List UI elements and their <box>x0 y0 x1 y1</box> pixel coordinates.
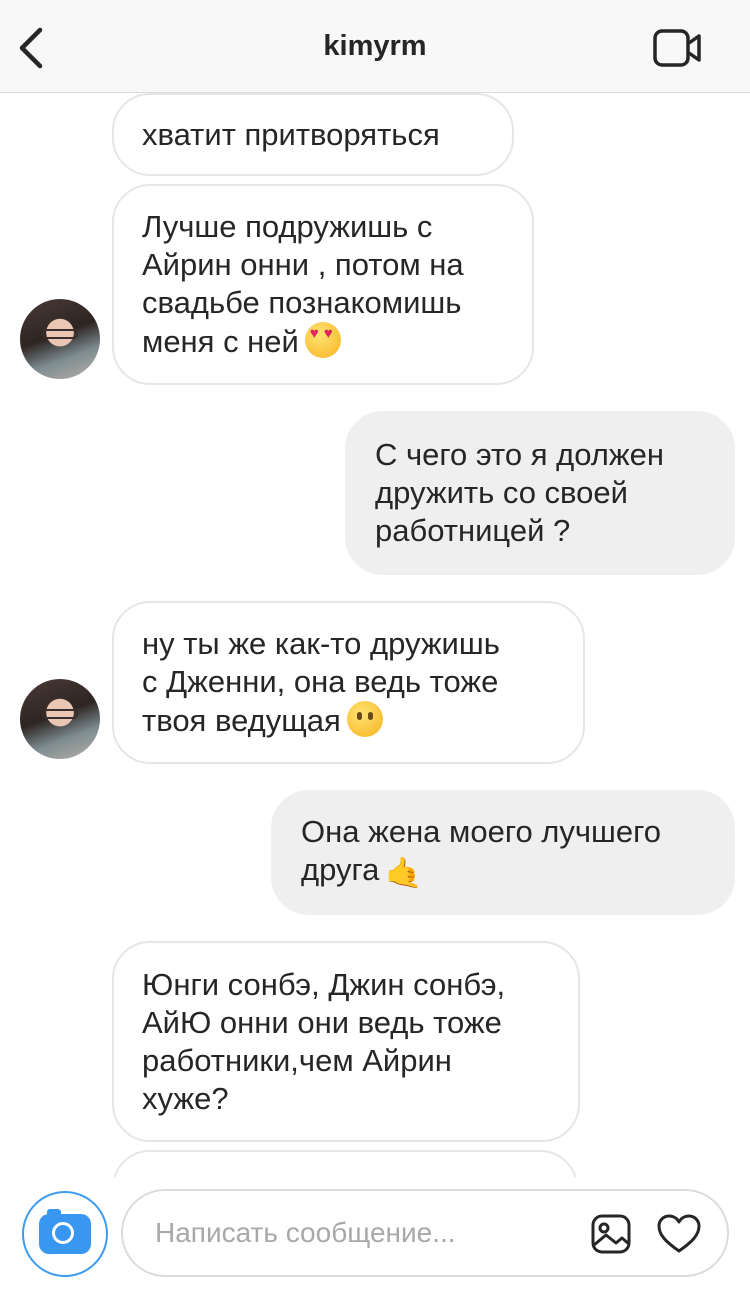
message-text: Лучше подружишь с Айрин онни , потом на … <box>142 208 464 361</box>
message-bubble-incoming[interactable]: Лучше подружишь с Айрин онни , потом на … <box>112 184 534 385</box>
message-bubble-outgoing[interactable]: Она жена моего лучшего друга 🤙 <box>271 790 735 915</box>
message-bubble-incoming[interactable]: Юнги сонбэ, Джин сонбэ, АйЮ онни они вед… <box>112 941 580 1142</box>
gallery-icon[interactable] <box>590 1213 632 1255</box>
camera-icon <box>39 1209 91 1254</box>
message-input-placeholder: Написать сообщение... <box>155 1217 456 1248</box>
message-bubble-outgoing[interactable]: С чего это я должен дружить со своей раб… <box>345 411 735 575</box>
message-list[interactable]: хватит притворяться Лучше подружишь с Ай… <box>0 93 750 1177</box>
video-call-icon[interactable] <box>652 28 704 68</box>
message-text: С чего это я должен дружить со своей раб… <box>375 437 664 548</box>
avatar[interactable] <box>20 299 100 379</box>
message-input[interactable]: Написать сообщение... <box>121 1189 729 1277</box>
heart-icon[interactable] <box>656 1213 702 1255</box>
confused-emoji-icon <box>346 701 383 737</box>
avatar[interactable] <box>20 679 100 759</box>
heart-eyes-emoji-icon <box>304 322 341 358</box>
camera-button[interactable] <box>22 1191 108 1277</box>
message-bubble-incoming-partial[interactable] <box>112 1150 578 1177</box>
message-text: Она жена моего лучшего друга 🤙 <box>301 813 661 893</box>
chat-header: kimyrm <box>0 0 750 93</box>
message-text: ну ты же как-то дружишь с Дженни, она ве… <box>142 626 500 738</box>
chat-title[interactable]: kimyrm <box>0 30 750 63</box>
call-me-hand-emoji-icon: 🤙 <box>385 856 423 890</box>
message-bubble-incoming[interactable]: хватит притворяться <box>112 93 514 176</box>
message-text: хватит притворяться <box>142 116 440 152</box>
message-text: Юнги сонбэ, Джин сонбэ, АйЮ онни они вед… <box>142 966 506 1116</box>
message-bubble-incoming[interactable]: ну ты же как-то дружишь с Дженни, она ве… <box>112 601 585 764</box>
message-composer: Написать сообщение... <box>0 1177 750 1298</box>
